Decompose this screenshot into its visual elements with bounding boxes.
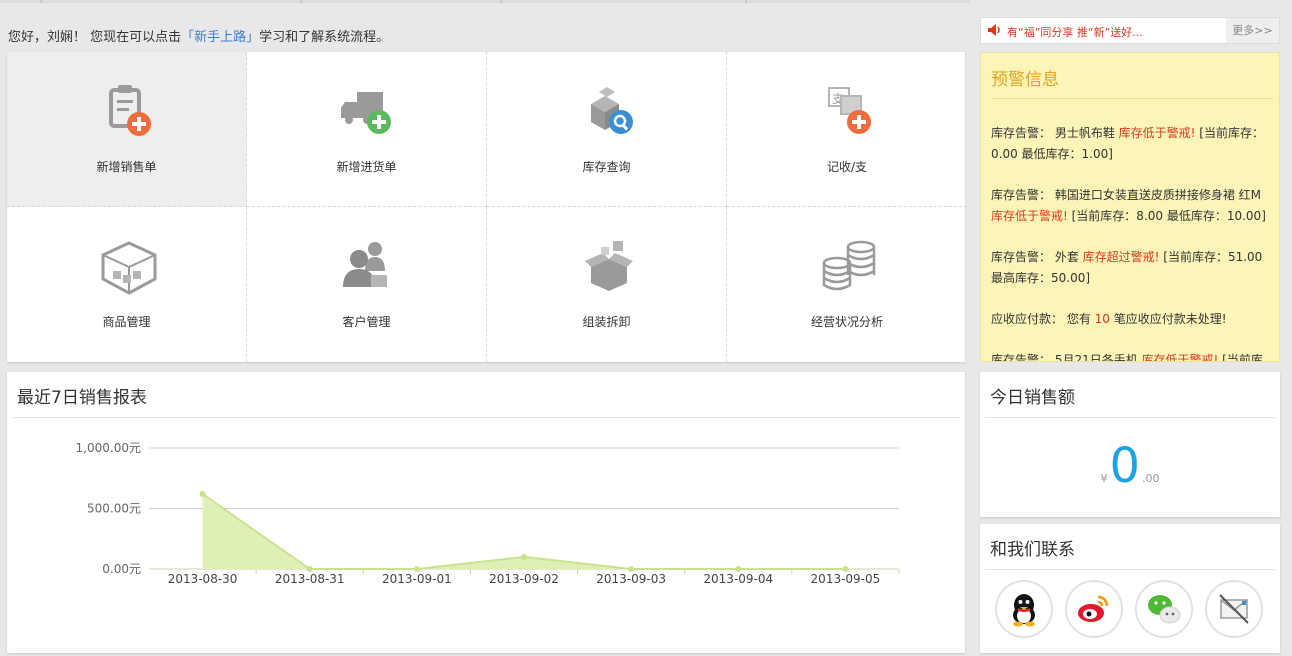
email-button[interactable] [1205,580,1263,638]
tile-label: 新增销售单 [96,160,157,174]
tile-assembly-disassembly[interactable]: 组装拆卸 [487,207,727,362]
tile-label: 经营状况分析 [810,315,883,329]
warning-alert: 库存低于警戒! [1118,126,1196,140]
warning-panel: 预警信息 库存告警： 男士帆布鞋 库存低于警戒! [当前库存：0.00 最低库存… [980,52,1280,362]
tile-label: 商品管理 [102,315,151,329]
warning-text: 应收应付款： 您有 [991,312,1095,326]
tile-label: 客户管理 [342,315,391,329]
quick-actions-grid: 新增销售单 新增进货单 库存查询 支 记收/支 商品管理 客户管理 组装拆卸 经… [7,52,967,362]
top-tab-strip [0,0,970,3]
email-icon [1219,594,1249,624]
announcement-text[interactable]: 有“福”同分享 推“新”送好... [1007,24,1143,40]
warning-text: 库存告警： 韩国进口女装直送皮质拼接修身裙 红M [991,188,1261,202]
x-tick-label: 2013-09-05 [811,572,881,586]
goods-box-icon [101,241,157,295]
inventory-search-icon [591,87,633,134]
today-title: 今日销售额 [990,388,1075,408]
x-tick-label: 2013-09-02 [489,572,559,586]
y-tick-label: 500.00元 [87,502,141,516]
beginner-guide-link[interactable]: 「新手上路」 [181,30,259,45]
tile-label: 库存查询 [582,160,631,174]
tile-business-analysis[interactable]: 经营状况分析 [727,207,967,362]
tile-customer-management[interactable]: 客户管理 [247,207,487,362]
warning-item: 库存告警： 韩国进口女装直送皮质拼接修身裙 红M 库存低于警戒! [当前库存：8… [991,185,1271,227]
warning-item: 应收应付款： 您有 10 笔应收应付款未处理! [991,309,1271,330]
welcome-prefix: 您好，刘娴！ 您现在可以点击 [8,30,182,45]
welcome-suffix: 学习和了解系统流程。 [259,30,390,45]
announcement-bar: 有“福”同分享 推“新”送好... 更多>> [980,17,1280,44]
tile-inventory-search[interactable]: 库存查询 [487,52,727,207]
divider [991,98,1273,99]
warning-alert: 库存低于警戒! [1141,353,1219,362]
speaker-icon [988,24,1000,36]
warning-alert: 10 [1094,312,1110,326]
warning-title: 预警信息 [991,70,1059,90]
warning-text: 库存告警： 5月21日各手机 [991,353,1142,362]
warning-item: 库存告警： 男士帆布鞋 库存低于警戒! [当前库存：0.00 最低库存：1.00… [991,123,1271,165]
contact-panel: 和我们联系 [980,524,1280,653]
x-tick-label: 2013-09-04 [703,572,773,586]
y-tick-label: 0.00元 [102,562,141,576]
amount-decimals: .00 [1142,472,1160,485]
amount-value: 0 [1109,438,1141,494]
weibo-icon [1078,595,1109,622]
sales-report-panel: 最近7日销售报表 1,000.00元 500.00元 0.00元 2013-08-30… [7,372,965,653]
tile-label: 组装拆卸 [582,315,631,329]
contact-title: 和我们联系 [990,540,1075,560]
today-sales-panel: 今日销售额 ¥0.00 [980,372,1280,517]
welcome-message: 您好，刘娴！ 您现在可以点击「新手上路」学习和了解系统流程。 [8,26,389,45]
qq-icon [1013,594,1035,627]
coins-stack-icon [822,240,876,291]
x-tick-label: 2013-09-03 [596,572,666,586]
warning-alert: 库存低于警戒! [991,209,1068,223]
data-point [199,490,206,497]
tile-goods-management[interactable]: 商品管理 [7,207,247,362]
assembly-box-icon [585,241,633,291]
x-tick-label: 2013-09-01 [382,572,452,586]
warning-alert: 库存超过警戒! [1082,250,1160,264]
today-amount: ¥0.00 [980,442,1280,490]
tile-label: 新增进货单 [336,160,397,174]
sales-area-chart: 1,000.00元 500.00元 0.00元 2013-08-30 2013-08-3… [76,441,900,586]
x-tick-label: 2013-08-31 [275,572,345,586]
x-tick-label: 2013-08-30 [168,572,238,586]
weibo-button[interactable] [1065,580,1123,638]
sales-order-add-icon [109,85,151,136]
warning-detail: [当前库 [1218,353,1263,362]
warning-text: 库存告警： 外套 [991,250,1083,264]
warning-detail: [当前库存：8.00 最低库存：10.00] [1067,209,1266,223]
warning-item: 库存告警： 5月21日各手机 库存低于警戒! [当前库 [991,350,1271,362]
y-tick-label: 1,000.00元 [76,441,141,455]
income-expense-add-icon: 支 [828,87,871,134]
warning-item: 库存告警： 外套 库存超过警戒! [当前库存：51.00 最高库存：50.00] [991,247,1271,289]
warning-detail: 笔应收应付款未处理! [1109,312,1227,326]
tile-label: 记收/支 [826,160,868,174]
divider [985,417,1275,418]
warning-text: 库存告警： 男士帆布鞋 [991,126,1119,140]
qq-button[interactable] [995,580,1053,638]
wechat-button[interactable] [1135,580,1193,638]
tile-income-expense[interactable]: 支 记收/支 [727,52,967,207]
more-link[interactable]: 更多>> [1226,18,1279,43]
data-point [521,553,527,560]
currency-symbol: ¥ [1100,472,1108,485]
divider [985,569,1275,570]
customers-icon [343,242,387,287]
tile-new-purchase-order[interactable]: 新增进货单 [247,52,487,207]
wechat-icon [1148,595,1181,624]
tile-new-sales-order[interactable]: 新增销售单 [7,52,247,207]
purchase-order-add-icon [341,92,391,134]
